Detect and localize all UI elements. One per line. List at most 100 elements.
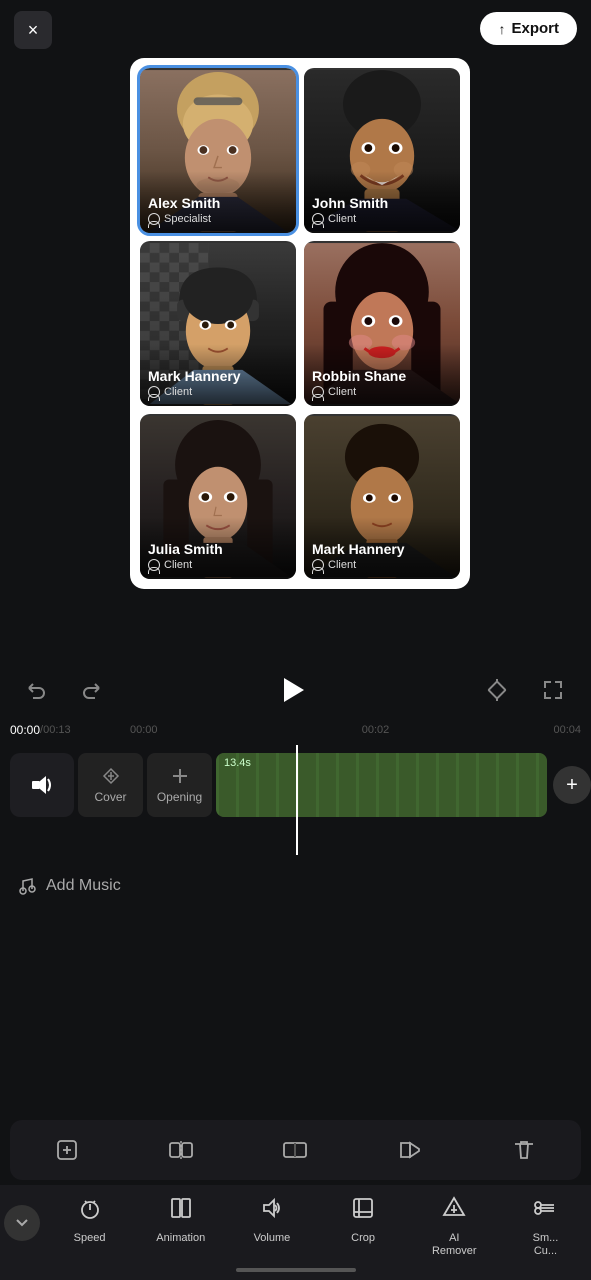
keyframe-button[interactable]: [479, 672, 515, 708]
marker-1: 00:02: [362, 724, 390, 736]
card-role-john: Client: [328, 213, 356, 225]
person-icon-alex: [148, 213, 160, 225]
timecode-bar: 00:00 / 00:13 00:00 00:02 00:04: [0, 715, 591, 745]
diamond-icon: [486, 679, 508, 701]
ai-remover-svg: [441, 1195, 467, 1221]
play-icon: [284, 678, 304, 702]
top-bar: × ↑ Export: [0, 0, 591, 60]
card-role-row-robbin: Client: [312, 386, 452, 398]
undo-button[interactable]: [20, 672, 56, 708]
card-role-robbin: Client: [328, 386, 356, 398]
card-name-mark: Mark Hannery: [148, 368, 288, 384]
redo-button[interactable]: [72, 672, 108, 708]
cover-icon: [101, 766, 121, 786]
card-role-row-alex: Specialist: [148, 213, 288, 225]
nav-crop[interactable]: Crop: [318, 1195, 409, 1244]
card-role-row-mark2: Client: [312, 559, 452, 571]
card-role-row-julia: Client: [148, 559, 288, 571]
chevron-down-icon: [13, 1214, 31, 1232]
card-label-john: John Smith Client: [304, 171, 460, 233]
person-icon-john: [312, 213, 324, 225]
opening-icon: [170, 766, 190, 786]
crop-icon: [350, 1195, 376, 1228]
card-name-alex: Alex Smith: [148, 195, 288, 211]
add-clip-icon: [54, 1137, 80, 1163]
marker-2: 00:04: [553, 724, 581, 736]
close-button[interactable]: ×: [14, 11, 52, 49]
card-name-mark2: Mark Hannery: [312, 541, 452, 557]
scrubber-line[interactable]: [296, 745, 298, 855]
nav-ai-remover[interactable]: AIRemover: [409, 1195, 500, 1258]
split-right-icon: [397, 1137, 423, 1163]
fullscreen-button[interactable]: [535, 672, 571, 708]
delete-button[interactable]: [502, 1128, 546, 1172]
card-name-robbin: Robbin Shane: [312, 368, 452, 384]
ai-remover-label: AIRemover: [432, 1232, 477, 1258]
add-music-row[interactable]: Add Music: [0, 862, 591, 910]
card-alex-smith[interactable]: Alex Smith Specialist: [140, 68, 296, 233]
split-center-button[interactable]: [273, 1128, 317, 1172]
marker-0: 00:00: [130, 724, 158, 736]
card-label-mark2: Mark Hannery Client: [304, 517, 460, 579]
opening-chip[interactable]: Opening: [147, 753, 212, 817]
person-icon-mark: [148, 386, 160, 398]
opening-label: Opening: [157, 790, 202, 804]
crop-svg: [350, 1195, 376, 1221]
card-name-john: John Smith: [312, 195, 452, 211]
video-duration-label: 13.4s: [224, 757, 251, 769]
add-music-label: Add Music: [46, 877, 121, 895]
volume-nav-svg: [259, 1195, 285, 1221]
volume-nav-icon: [259, 1195, 285, 1228]
split-left-icon: [168, 1137, 194, 1163]
card-role-mark: Client: [164, 386, 192, 398]
person-icon-mark2: [312, 559, 324, 571]
add-clip-toolbar-button[interactable]: [45, 1128, 89, 1172]
right-controls: [479, 672, 571, 708]
ai-remover-icon: [441, 1195, 467, 1228]
speed-icon: [77, 1195, 103, 1228]
bottom-nav: Speed Animation Volume: [0, 1185, 591, 1280]
nav-smart-cut[interactable]: Sm...Cu...: [500, 1195, 591, 1258]
fullscreen-icon: [542, 679, 564, 701]
music-icon: [16, 876, 36, 896]
nav-animation[interactable]: Animation: [135, 1195, 226, 1244]
nav-volume[interactable]: Volume: [226, 1195, 317, 1244]
card-john-smith[interactable]: John Smith Client: [304, 68, 460, 233]
volume-button[interactable]: [10, 753, 74, 817]
animation-label: Animation: [156, 1232, 205, 1244]
volume-label: Volume: [254, 1232, 291, 1244]
card-label-julia: Julia Smith Client: [140, 517, 296, 579]
smart-cut-label: Sm...Cu...: [533, 1232, 559, 1258]
total-time: 00:13: [43, 724, 71, 736]
animation-svg: [168, 1195, 194, 1221]
timeline-controls: [0, 665, 591, 715]
home-bar: [236, 1268, 356, 1272]
split-center-icon: [282, 1137, 308, 1163]
card-name-julia: Julia Smith: [148, 541, 288, 557]
nav-speed[interactable]: Speed: [44, 1195, 135, 1244]
card-label-mark: Mark Hannery Client: [140, 344, 296, 406]
split-right-button[interactable]: [388, 1128, 432, 1172]
current-time: 00:00: [10, 723, 40, 737]
video-track[interactable]: 13.4s: [216, 753, 547, 817]
split-left-button[interactable]: [159, 1128, 203, 1172]
card-mark-hannery[interactable]: Mark Hannery Client: [140, 241, 296, 406]
add-clip-button[interactable]: +: [553, 766, 591, 804]
redo-icon: [78, 678, 102, 702]
export-button[interactable]: ↑ Export: [480, 12, 577, 45]
play-button[interactable]: [274, 670, 314, 710]
collapse-button[interactable]: [4, 1205, 40, 1241]
person-icon-julia: [148, 559, 160, 571]
card-julia-smith[interactable]: Julia Smith Client: [140, 414, 296, 579]
animation-icon: [168, 1195, 194, 1228]
person-icon-robbin: [312, 386, 324, 398]
collapse-area: [0, 1195, 44, 1241]
card-robbin-shane[interactable]: Robbin Shane Client: [304, 241, 460, 406]
video-track-bg: [216, 753, 547, 817]
cover-chip[interactable]: Cover: [78, 753, 143, 817]
card-role-mark2: Client: [328, 559, 356, 571]
bottom-toolbar: [10, 1120, 581, 1180]
timecode-markers: 00:00 00:02 00:04: [130, 724, 591, 736]
card-mark-hannery-2[interactable]: Mark Hannery Client: [304, 414, 460, 579]
card-role-row-mark: Client: [148, 386, 288, 398]
